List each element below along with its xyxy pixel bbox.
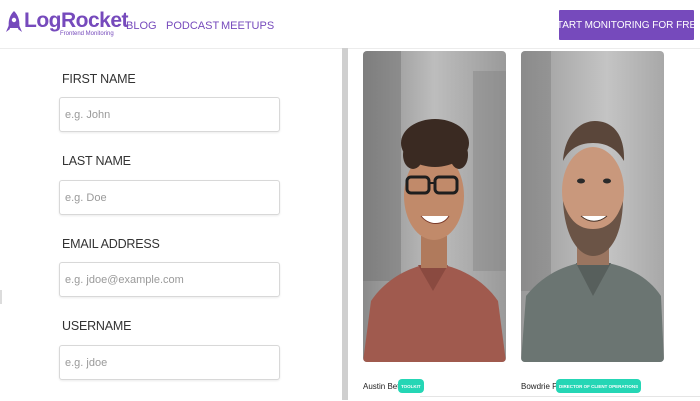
team-member-photo <box>363 51 506 362</box>
nav-meetups-link[interactable]: MEETUPS <box>221 20 274 32</box>
nav-blog-link[interactable]: BLOG <box>126 20 157 32</box>
team-member-role-badge: DIRECTOR OF CLIENT OPERATIONS <box>556 379 642 393</box>
person-portrait-icon <box>363 51 506 362</box>
nav-podcast-link[interactable]: PODCAST <box>166 20 219 32</box>
email-address-label: EMAIL ADDRESS <box>62 237 160 251</box>
team-member-photo <box>521 51 664 362</box>
email-address-input[interactable] <box>59 262 280 297</box>
team-member-role-badge: TOOLKIT <box>398 379 424 393</box>
panel-divider <box>342 48 348 400</box>
person-portrait-icon <box>521 51 664 362</box>
bottom-divider <box>420 396 700 401</box>
first-name-input[interactable] <box>59 97 280 132</box>
rocket-icon <box>6 11 22 32</box>
start-monitoring-button[interactable]: START MONITORING FOR FREE <box>550 10 700 40</box>
last-name-label: LAST NAME <box>62 154 131 168</box>
scroll-edge <box>0 290 2 304</box>
logo-text: LogRocket <box>24 9 129 32</box>
first-name-label: FIRST NAME <box>62 72 136 86</box>
username-label: USERNAME <box>62 319 132 333</box>
top-header: LogRocket Frontend Monitoring BLOG PODCA… <box>0 0 700 49</box>
logo-subtitle: Frontend Monitoring <box>60 31 114 37</box>
last-name-input[interactable] <box>59 180 280 215</box>
username-input[interactable] <box>59 345 280 380</box>
